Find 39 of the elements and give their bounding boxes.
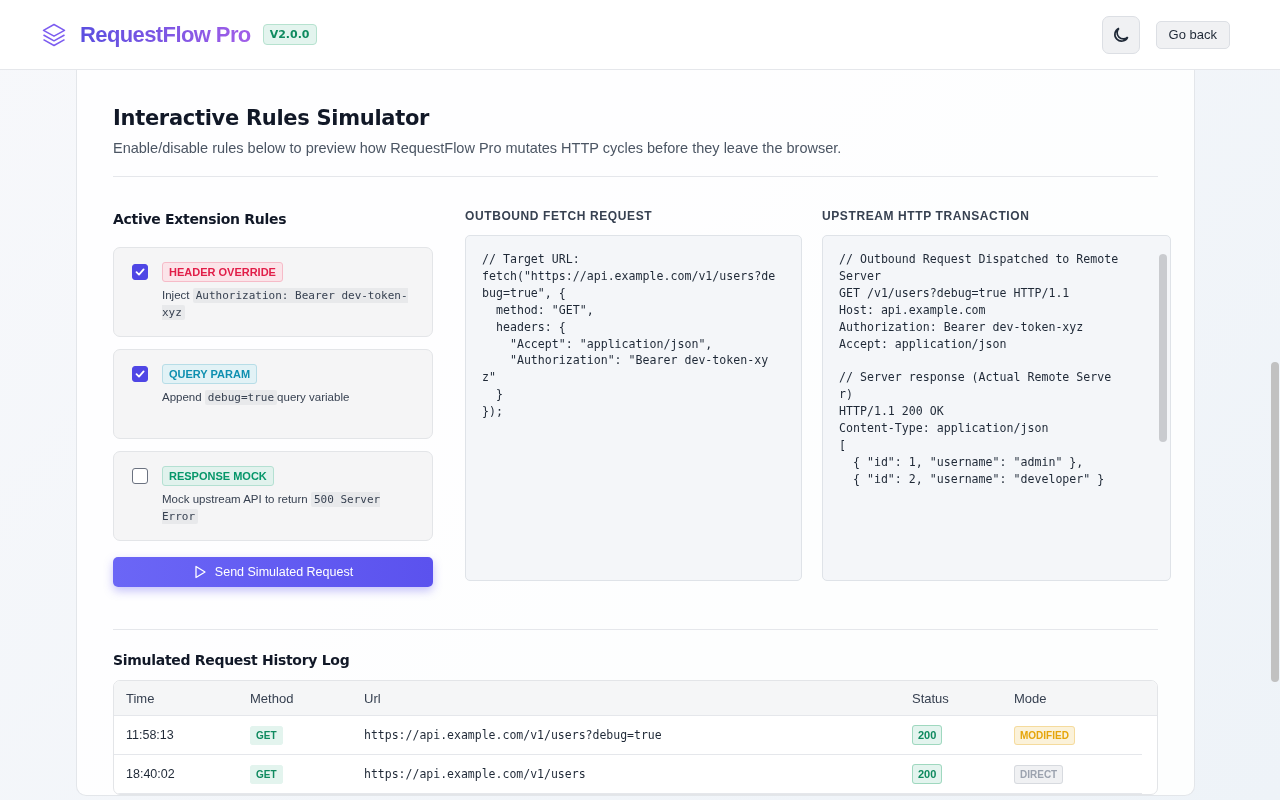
mode-badge: DIRECT	[1014, 765, 1064, 784]
page-subtitle: Enable/disable rules below to preview how RequestFlow Pro mutates HTTP cycles before they leave the browser.	[113, 140, 843, 156]
column-header: Method	[250, 690, 295, 706]
url-cell-text: https://api.example.com/v1/users?debug=true	[364, 728, 663, 742]
page-title: Interactive Rules Simulator	[113, 105, 431, 132]
code-text: // Target URL: fetch("https://api.example.com/v1/users?de bug=true", { method: "GET", headers: { "Accept": "application/json", "Authorization": "Bearer dev-token-xy z" } });	[482, 251, 776, 421]
column-header: Time	[126, 690, 156, 706]
rule-tag: RESPONSE MOCK	[162, 466, 274, 486]
time-cell-text: 18:40:02	[126, 767, 176, 781]
column-header: Url	[364, 690, 382, 706]
column-header: Mode	[1014, 690, 1048, 706]
panel-heading: UPSTREAM HTTP TRANSACTION	[822, 209, 1031, 223]
theme-toggle-button[interactable]	[1101, 15, 1140, 54]
rule-tag: QUERY PARAM	[162, 364, 258, 384]
mode-badge: MODIFIED	[1014, 726, 1075, 745]
panel-heading: OUTBOUND FETCH REQUEST	[465, 209, 654, 223]
rule-description: Mock upstream API to return 500 Server Error	[162, 491, 382, 525]
version-badge: V2.0.0	[262, 24, 317, 45]
status-badge: 200	[912, 725, 943, 745]
send-request-button[interactable]: Send Simulated Request	[113, 557, 433, 587]
section-heading: Simulated Request History Log	[113, 652, 351, 668]
url-cell-text: https://api.example.com/v1/users	[364, 767, 587, 781]
status-badge: 200	[912, 764, 943, 784]
time-cell-text: 11:58:13	[126, 728, 175, 742]
rule-description: Append debug=true query variable	[162, 389, 350, 406]
section-heading: Active Extension Rules	[113, 211, 288, 227]
go-back-button[interactable]: Go back	[1155, 20, 1230, 49]
checkbox[interactable]	[132, 264, 148, 280]
method-badge: GET	[250, 726, 283, 745]
column-header: Status	[912, 690, 950, 706]
check-icon	[134, 368, 146, 380]
checkbox[interactable]	[132, 366, 148, 382]
check-icon	[134, 266, 146, 278]
code-text: // Outbound Request Dispatched to Remote Server GET /v1/users?debug=true HTTP/1.1 Host: api.example.com Authorization: Bearer dev-token-xyz Accept: application/json // Server response (Actual Remote Serve r) HTTP/1.1 200 OK Content-Type: application/json [ { "id": 1, "username": "admin" }, { "id": 2, "username": "developer" }	[839, 251, 1119, 488]
rule-description: Inject Authorization: Bearer dev-token-xyz	[162, 287, 409, 321]
play-icon	[192, 565, 207, 579]
checkbox[interactable]	[132, 468, 148, 484]
rule-tag: HEADER OVERRIDE	[162, 262, 283, 282]
method-badge: GET	[250, 765, 283, 784]
